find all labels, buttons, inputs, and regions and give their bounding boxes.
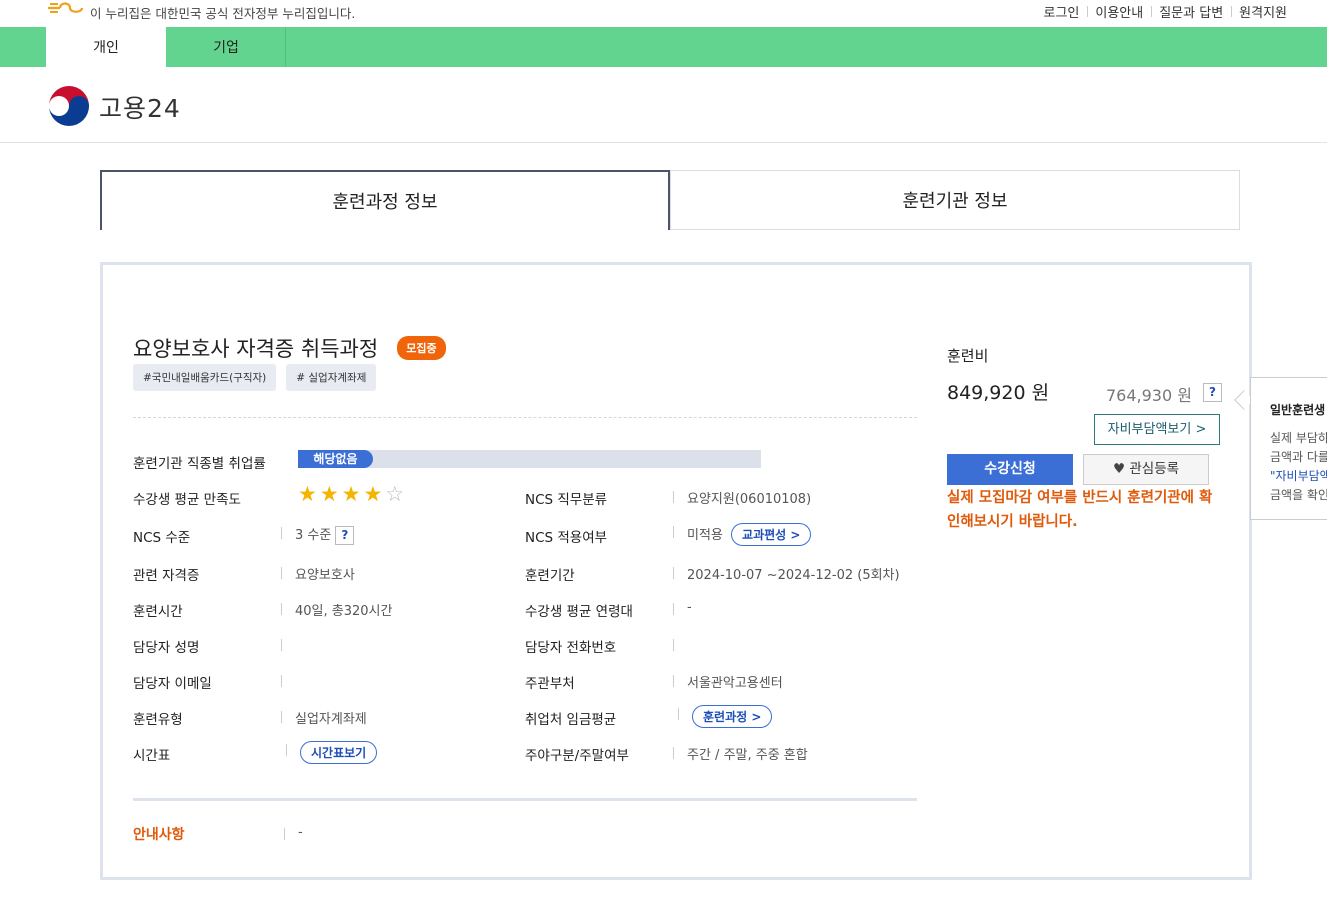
tag-card: #국민내일배움카드(구직자) — [133, 364, 277, 391]
guide-link[interactable]: 이용안내 — [1087, 2, 1151, 21]
manager-phone-label: 담당자 전화번호 — [525, 640, 617, 656]
wishlist-button[interactable]: ♥ 관심등록 — [1083, 454, 1209, 485]
timetable-label: 시간표 — [133, 748, 171, 764]
tab-course-info[interactable]: 훈련과정 정보 — [100, 170, 670, 230]
cert-value: 요양보호사 — [281, 564, 355, 583]
manager-name-label: 담당자 성명 — [133, 640, 200, 656]
type-label: 훈련유형 — [133, 712, 183, 728]
taegeuk-emblem-icon[interactable] — [47, 84, 91, 128]
ncs-level-value-wrap: 3 수준? — [280, 524, 355, 545]
utility-links: 로그인 이용안내 질문과 답변 원격지원 — [1035, 2, 1295, 21]
fee-label: 훈련비 — [947, 347, 989, 365]
employment-rate-label: 훈련기관 직종별 취업률 — [133, 456, 266, 472]
tooltip-line: "자비부담액 — [1270, 469, 1327, 483]
ncs-apply-label: NCS 적용여부 — [525, 530, 608, 546]
qna-link[interactable]: 질문과 답변 — [1151, 2, 1231, 21]
star-filled-icon: ★ — [341, 482, 361, 506]
star-filled-icon: ★ — [298, 482, 317, 506]
star-filled-icon: ★ — [363, 482, 383, 506]
tab-personal[interactable]: 개인 — [46, 27, 166, 67]
type-value: 실업자계좌제 — [281, 708, 367, 727]
employment-rate-value: 해당없음 — [298, 450, 373, 468]
period-label: 훈련기간 — [525, 568, 575, 584]
ncs-level-label: NCS 수준 — [133, 530, 191, 546]
employment-rate-bar: 해당없음 — [298, 450, 761, 468]
wishlist-label: 관심등록 — [1129, 461, 1180, 477]
self-pay-amount: 764,930 원 — [1106, 386, 1192, 405]
gov-notice-text: 이 누리집은 대한민국 공식 전자정부 누리집입니다. — [90, 6, 356, 21]
tab-institution-info[interactable]: 훈련기관 정보 — [670, 170, 1240, 230]
ncs-job-label: NCS 직무분류 — [525, 492, 608, 508]
course-title-area: 요양보호사 자격증 취득과정 모집중 — [133, 333, 446, 363]
tooltip-title: 일반훈련생 — [1270, 403, 1326, 417]
tooltip-body: 실제 부담하 금액과 다를 "자비부담액 금액을 확인 — [1270, 429, 1327, 505]
status-badge: 모집중 — [397, 336, 446, 360]
notice-value: - — [284, 825, 303, 840]
star-filled-icon: ★ — [319, 482, 339, 506]
star-empty-icon: ☆ — [385, 482, 405, 506]
ncs-level-value: 3 수준 — [295, 528, 332, 543]
divider-dashed — [133, 417, 917, 418]
course-tags: #국민내일배움카드(구직자) # 실업자계좌제 — [133, 364, 377, 391]
satisfaction-label: 수강생 평균 만족도 — [133, 492, 241, 508]
ncs-job-value: 요양지원(06010108) — [672, 488, 811, 507]
course-detail-card: 요양보호사 자격증 취득과정 모집중 #국민내일배움카드(구직자) # 실업자계… — [100, 262, 1252, 880]
wage-label: 취업처 임금평균 — [525, 712, 617, 728]
period-value: 2024-10-07 ~2024-12-02 (5회차) — [673, 564, 900, 583]
detail-tabs: 훈련과정 정보 훈련기관 정보 — [100, 170, 1240, 230]
global-nav: 개인 기업 — [0, 27, 1327, 67]
gov-banner: 이 누리집은 대한민국 공식 전자정부 누리집입니다. 로그인 이용안내 질문과… — [0, 0, 1327, 27]
age-value: - — [673, 600, 692, 615]
recruit-warning: 실제 모집마감 여부를 반드시 훈련기관에 확인해보시기 바랍니다. — [947, 490, 1213, 530]
remote-support-link[interactable]: 원격지원 — [1231, 2, 1295, 21]
header: 고용24 — [0, 67, 1327, 143]
nav-divider — [285, 27, 286, 67]
wage-course-button[interactable]: 훈련과정 > — [692, 705, 773, 728]
tooltip-line: 실제 부담하 — [1270, 431, 1327, 445]
fee-help-icon[interactable]: ? — [1203, 383, 1222, 402]
fee-amount: 849,920 원 — [947, 382, 1050, 404]
daynight-value: 주간 / 주말, 주중 혼합 — [673, 744, 808, 763]
satisfaction-rating: ★ ★ ★ ★ ☆ — [298, 484, 404, 505]
course-title: 요양보호사 자격증 취득과정 — [133, 337, 379, 361]
manager-email-label: 담당자 이메일 — [133, 676, 212, 692]
age-label: 수강생 평균 연령대 — [525, 604, 633, 620]
daynight-label: 주야구분/주말여부 — [525, 748, 629, 764]
tag-account: # 실업자계좌제 — [286, 364, 377, 391]
tooltip-line: 금액을 확인 — [1270, 488, 1327, 502]
help-icon[interactable]: ? — [335, 526, 355, 545]
ministry-label: 주관부처 — [525, 676, 575, 692]
notice-label: 안내사항 — [133, 827, 185, 843]
timetable-wrap: 시간표보기 — [285, 741, 378, 764]
eg-logo-icon — [48, 2, 84, 13]
wage-wrap: 훈련과정 > — [677, 705, 773, 728]
ncs-apply-wrap: 미적용 교과편성 > — [672, 523, 812, 546]
apply-button[interactable]: 수강신청 — [947, 454, 1073, 485]
tooltip-line: 금액과 다를 — [1270, 450, 1327, 464]
tab-company[interactable]: 기업 — [166, 27, 286, 67]
divider-solid — [133, 798, 917, 801]
cert-label: 관련 자격증 — [133, 568, 200, 584]
heart-icon: ♥ — [1112, 461, 1126, 477]
ncs-apply-value: 미적용 — [687, 528, 723, 543]
hours-label: 훈련시간 — [133, 604, 183, 620]
curriculum-button[interactable]: 교과편성 > — [731, 523, 812, 546]
self-pay-tooltip: 일반훈련생 실제 부담하 금액과 다를 "자비부담액 금액을 확인 — [1250, 377, 1327, 520]
self-pay-button[interactable]: 자비부담액보기 > — [1094, 414, 1220, 445]
timetable-button[interactable]: 시간표보기 — [300, 741, 378, 764]
ministry-value: 서울관악고용센터 — [673, 672, 783, 691]
hours-value: 40일, 총320시간 — [280, 600, 392, 619]
login-link[interactable]: 로그인 — [1035, 2, 1087, 21]
site-name[interactable]: 고용24 — [99, 89, 181, 125]
